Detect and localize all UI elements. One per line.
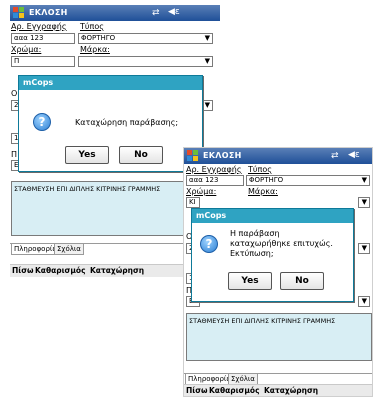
volume-icon[interactable]: ◀ε (348, 150, 360, 160)
section-letter-o: Ο (11, 89, 18, 98)
title-bar: ΕΚΛΟΣΗ ⇄ ◀ε (184, 148, 372, 164)
chevron-down-icon: ▼ (204, 101, 210, 109)
location-select[interactable]: ▼ (358, 296, 370, 307)
clear-softkey[interactable]: Καθαρισμός (209, 385, 260, 396)
no-button[interactable]: No (280, 272, 324, 290)
section-letter-p: Π (11, 150, 18, 159)
connectivity-icon[interactable]: ⇄ (152, 8, 160, 18)
back-softkey[interactable]: Πίσω (12, 265, 34, 277)
question-icon: ? (33, 113, 51, 131)
volume-icon[interactable]: ◀ε (168, 7, 180, 17)
dialog-message-line2: καταχωρήθηκε επιτυχώς. (230, 239, 333, 248)
color-field[interactable]: Π (11, 56, 75, 67)
dialog-message-line3: Εκτύπωση; (230, 249, 274, 258)
type-select[interactable]: ΦΟΡΤΗΓΟ ▼ (78, 33, 213, 44)
windows-start-icon[interactable] (187, 150, 199, 162)
time-select[interactable]: ▼ (358, 243, 370, 254)
type-select[interactable]: ΦΟΡΤΗΓΟ ▼ (246, 175, 370, 186)
app-title: ΕΚΛΟΣΗ (29, 8, 68, 17)
chevron-down-icon: ▼ (361, 244, 367, 252)
question-icon: ? (200, 235, 218, 253)
dialog-title: mCops (192, 209, 353, 223)
registration-field[interactable]: ααα 123 (11, 33, 75, 44)
color-label: Χρώμα: (186, 187, 217, 196)
brand-label: Μάρκα: (248, 187, 278, 196)
chevron-down-icon: ▼ (204, 34, 210, 42)
chevron-down-icon: ▼ (361, 297, 367, 305)
submit-softkey[interactable]: Καταχώρηση (90, 265, 144, 277)
chevron-down-icon: ▼ (204, 57, 210, 65)
notes-textarea[interactable]: ΣΤΑΘΜΕΥΣΗ ΕΠΙ ΔΙΠΛΗΣ ΚΙΤΡΙΝΗΣ ΓΡΑΜΜΗΣ (186, 313, 372, 361)
type-select-value: ΦΟΡΤΗΓΟ (81, 34, 116, 42)
yes-button[interactable]: Yes (228, 272, 272, 290)
title-bar: ΕΚΛΟΣΗ ⇄ ◀ε (10, 5, 220, 21)
confirm-dialog: mCops ? Καταχώρηση παράβασης; Yes No (18, 75, 203, 172)
device-screen-2: ΕΚΛΟΣΗ ⇄ ◀ε Αρ. Εγγραφής Τύπος ααα 123 Φ… (183, 147, 373, 397)
windows-start-icon[interactable] (13, 7, 25, 19)
dialog-title: mCops (19, 76, 202, 90)
no-button[interactable]: No (119, 146, 163, 164)
type-select-value: ΦΟΡΤΗΓΟ (249, 176, 284, 184)
softkey-bar: Πίσω Καθαρισμός Καταχώρηση (184, 384, 372, 396)
registration-label: Αρ. Εγγραφής (186, 165, 242, 174)
color-field[interactable]: ΚΙ (186, 197, 200, 208)
yes-button[interactable]: Yes (65, 146, 109, 164)
dialog-message-line1: Η παράβαση (230, 229, 280, 238)
brand-select[interactable]: ▼ (78, 56, 213, 67)
type-label: Τύπος (80, 22, 104, 31)
dialog-message: Καταχώρηση παράβασης; (75, 118, 179, 127)
color-label: Χρώμα: (11, 45, 42, 54)
registration-label: Αρ. Εγγραφής (11, 22, 67, 31)
back-softkey[interactable]: Πίσω (186, 385, 208, 396)
type-label: Τύπος (248, 165, 272, 174)
registration-field[interactable]: ααα 123 (186, 175, 244, 186)
tab-notes[interactable]: Σχόλια (54, 244, 84, 255)
brand-select[interactable]: ▼ (358, 197, 370, 208)
clear-softkey[interactable]: Καθαρισμός (35, 265, 86, 277)
submit-softkey[interactable]: Καταχώρηση (264, 385, 318, 396)
connectivity-icon[interactable]: ⇄ (331, 151, 339, 161)
chevron-down-icon: ▼ (361, 176, 367, 184)
print-dialog: mCops ? Η παράβαση καταχωρήθηκε επιτυχώς… (191, 208, 354, 302)
app-title: ΕΚΛΟΣΗ (203, 151, 242, 160)
chevron-down-icon: ▼ (361, 198, 367, 206)
brand-label: Μάρκα: (80, 45, 110, 54)
